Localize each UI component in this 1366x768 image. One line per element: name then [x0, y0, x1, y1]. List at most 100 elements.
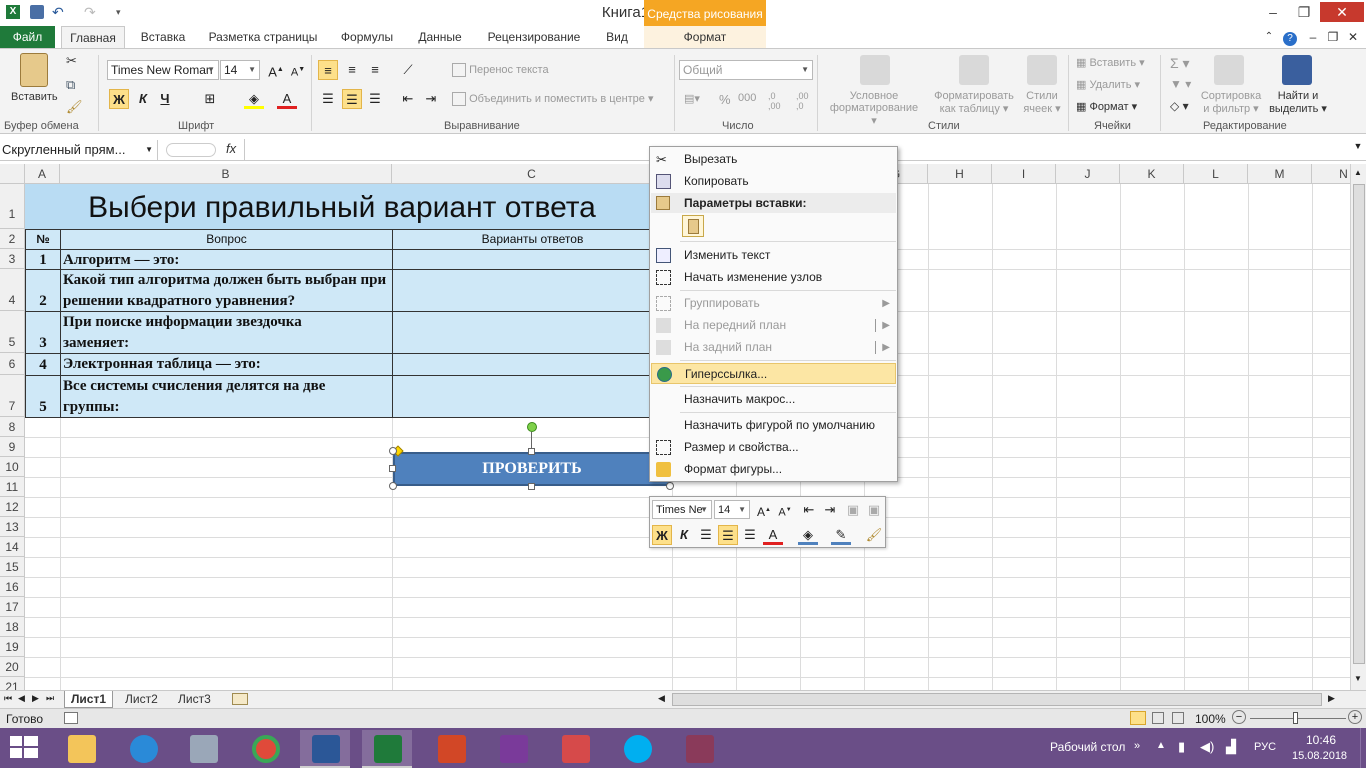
workbook-restore-icon[interactable]: ❐ [1326, 26, 1340, 48]
mini-align-center-icon[interactable]: ☰ [718, 525, 738, 545]
row-header-3[interactable]: 3 [0, 249, 25, 269]
increase-indent-icon[interactable]: ⇥ [421, 89, 441, 109]
row-header-14[interactable]: 14 [0, 537, 25, 557]
column-header-a[interactable]: A [25, 164, 60, 184]
mini-align-right-icon[interactable]: ☰ [740, 525, 760, 545]
question-text-cell[interactable]: Алгоритм — это: [60, 249, 393, 270]
zoom-level[interactable]: 100% [1195, 712, 1226, 726]
row-header-12[interactable]: 12 [0, 497, 25, 517]
column-header-h[interactable]: H [928, 164, 992, 184]
conditional-format-icon[interactable] [860, 55, 890, 85]
minimize-button[interactable]: ‒ [1258, 2, 1288, 22]
menu-item-cut[interactable]: ✂ Вырезать [651, 149, 896, 170]
clock-time[interactable]: 10:46 [1306, 733, 1336, 747]
menu-item-bring-to-front[interactable]: На передний план ▶ [651, 315, 896, 336]
taskbar-chrome[interactable] [240, 730, 290, 768]
zoom-in-icon[interactable]: + [1348, 710, 1362, 724]
select-all-corner[interactable] [0, 164, 25, 184]
merge-center-button[interactable]: Объединить и поместить в центре ▾ [452, 92, 654, 107]
row-header-8[interactable]: 8 [0, 417, 25, 437]
taskbar-word[interactable] [300, 730, 350, 768]
clear-icon[interactable]: ◇ ▾ [1170, 99, 1189, 113]
sort-filter-icon[interactable] [1214, 55, 1244, 85]
mini-outline-color-icon[interactable]: ✎ [831, 525, 851, 545]
question-num-cell[interactable]: 1 [25, 249, 61, 270]
currency-icon[interactable]: ▤▾ [684, 92, 700, 105]
desktop-toolbar-label[interactable]: Рабочий стол [1050, 740, 1125, 754]
mini-font-combo[interactable]: Times Ne ▼ [652, 500, 712, 519]
resize-handle[interactable] [666, 482, 674, 490]
paste-button[interactable]: Вставить [11, 91, 58, 103]
tab-home[interactable]: Главная [61, 26, 125, 48]
scroll-up-arrow-icon[interactable]: ▲ [1354, 168, 1362, 177]
scroll-thumb[interactable] [1353, 184, 1365, 664]
column-header-c[interactable]: C [392, 164, 672, 184]
question-num-cell[interactable]: 2 [25, 269, 61, 312]
hscroll-left-arrow-icon[interactable]: ◀ [658, 693, 665, 704]
question-text-cell[interactable]: Какой тип алгоритма должен быть выбран п… [60, 269, 393, 312]
menu-item-size-properties[interactable]: Размер и свойства... [651, 437, 896, 458]
vertical-scrollbar[interactable]: ▲ ▼ [1350, 164, 1366, 690]
mini-increase-indent-icon[interactable]: ⇥ [820, 500, 840, 520]
volume-icon[interactable]: ◀) [1200, 739, 1214, 755]
resize-handle[interactable] [389, 482, 397, 490]
font-name-combo[interactable]: Times New Roman ▼ [107, 60, 219, 80]
taskbar-explorer[interactable] [56, 730, 106, 768]
question-num-cell[interactable]: 5 [25, 375, 61, 418]
sheet-nav-last-icon[interactable]: ⏭ [46, 693, 54, 704]
align-top-icon[interactable]: ≡ [318, 60, 338, 80]
question-num-cell[interactable]: 3 [25, 311, 61, 354]
taskbar-calculator[interactable] [178, 730, 228, 768]
increase-decimal-icon[interactable]: ,0,00 [768, 91, 781, 111]
answer-cell[interactable] [392, 311, 673, 354]
mini-bring-front-icon[interactable]: ▣ [843, 500, 863, 520]
row-header-5[interactable]: 5 [0, 311, 25, 353]
help-icon[interactable]: ? [1282, 26, 1298, 48]
menu-item-copy[interactable]: Копировать [651, 171, 896, 192]
row-header-16[interactable]: 16 [0, 577, 25, 597]
fill-icon[interactable]: ▼ ▾ [1170, 77, 1191, 91]
menu-item-edit-points[interactable]: Начать изменение узлов [651, 267, 896, 288]
column-header-m[interactable]: M [1248, 164, 1312, 184]
mini-font-color-icon[interactable]: A [763, 525, 783, 545]
header-question-cell[interactable]: Вопрос [60, 229, 393, 250]
mini-format-painter-icon[interactable]: 🖌 [864, 525, 884, 545]
name-box[interactable]: Скругленный прям... ▼ [0, 140, 158, 160]
column-header-k[interactable]: K [1120, 164, 1184, 184]
menu-item-group[interactable]: Группировать ▶ [651, 293, 896, 314]
header-answers-cell[interactable]: Варианты ответов [392, 229, 673, 250]
tab-view[interactable]: Вид [595, 26, 639, 48]
row-header-9[interactable]: 9 [0, 437, 25, 457]
align-right-icon[interactable]: ☰ [365, 89, 385, 109]
workbook-close-icon[interactable]: ✕ [1346, 26, 1360, 48]
row-header-11[interactable]: 11 [0, 477, 25, 497]
align-middle-icon[interactable]: ≡ [342, 60, 362, 80]
answer-cell[interactable] [392, 353, 673, 376]
bold-button[interactable]: Ж [109, 89, 129, 109]
collapse-ribbon-icon[interactable]: ⌃ [1262, 26, 1276, 48]
menu-item-set-default-shape[interactable]: Назначить фигурой по умолчанию [651, 415, 896, 436]
page-layout-view-icon[interactable] [1152, 712, 1164, 724]
row-header-19[interactable]: 19 [0, 637, 25, 657]
zoom-slider-thumb[interactable] [1293, 712, 1298, 724]
answer-cell[interactable] [392, 249, 673, 270]
check-shape-button[interactable]: ПРОВЕРИТЬ [393, 452, 671, 486]
power-icon[interactable]: ▮ [1178, 739, 1185, 755]
format-cells-button[interactable]: ▦ Формат ▾ [1076, 100, 1137, 113]
tab-page-layout[interactable]: Разметка страницы [200, 26, 326, 48]
fx-button[interactable]: fx [226, 141, 236, 156]
header-num-cell[interactable]: № [25, 229, 61, 250]
align-left-icon[interactable]: ☰ [318, 89, 338, 109]
question-text-cell[interactable]: При поиске информации звездочка заменяет… [60, 311, 393, 354]
network-icon[interactable]: ▟ [1226, 739, 1236, 755]
mini-align-left-icon[interactable]: ☰ [696, 525, 716, 545]
taskbar-app-calendar[interactable] [550, 730, 600, 768]
wrap-text-button[interactable]: Перенос текста [452, 63, 549, 77]
menu-item-send-to-back[interactable]: На задний план ▶ [651, 337, 896, 358]
paste-icon[interactable] [20, 53, 48, 87]
insert-sheet-icon[interactable] [232, 693, 248, 705]
align-bottom-icon[interactable]: ≡ [365, 60, 385, 80]
page-break-view-icon[interactable] [1172, 712, 1184, 724]
sort-filter-button[interactable]: Сортировка и фильтр ▾ [1198, 90, 1264, 115]
column-header-j[interactable]: J [1056, 164, 1120, 184]
